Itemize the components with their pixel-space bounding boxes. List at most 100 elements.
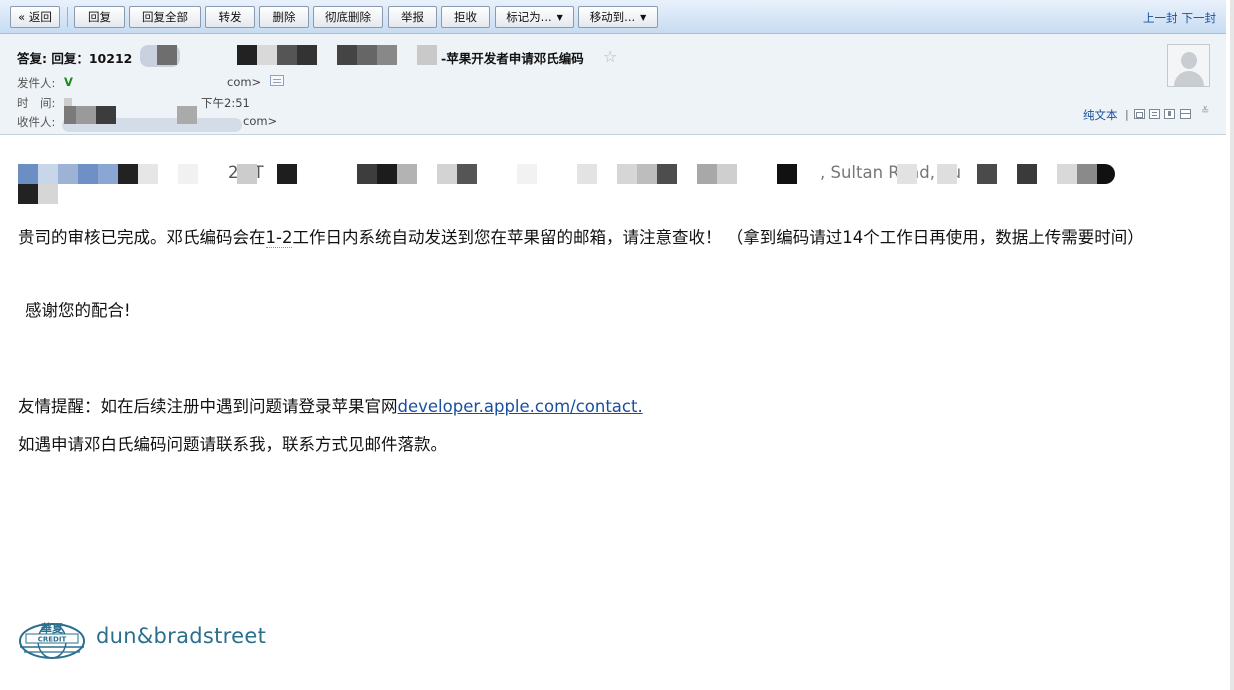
working-days-range: 1-2 (265, 228, 293, 248)
redaction-block (38, 184, 58, 204)
redaction-block (98, 164, 118, 184)
contact-note: 如遇申请邓白氏编码问题请联系我，联系方式见邮件落款。 (18, 435, 447, 454)
reminder-text: 友情提醒：如在后续注册中遇到问题请登录苹果官网 (18, 397, 398, 416)
redaction-block (777, 164, 797, 184)
plain-text-link[interactable]: 纯文本 (1083, 107, 1118, 123)
redaction-block (138, 164, 158, 184)
logo-cn-text: 華夏 (41, 621, 64, 635)
redaction-block (78, 164, 98, 184)
redaction-block (118, 164, 138, 184)
download-icon[interactable] (1164, 109, 1175, 119)
subject-prefix: 答复: 回复：10212 (17, 51, 133, 66)
review-text-cont: 工作日内系统自动发送到您在苹果留的邮箱，请注意查收！ （拿到编码请过14个工作日… (292, 228, 1144, 247)
redaction-block (297, 45, 317, 65)
redaction-block (437, 164, 457, 184)
previous-message-link[interactable]: 上一封 (1143, 11, 1178, 25)
mark-as-label: 标记为... (506, 10, 552, 24)
source-icon[interactable] (1149, 109, 1160, 119)
message-navigation: 上一封 下一封 (1139, 10, 1216, 26)
redaction-block (96, 106, 116, 124)
print-icon[interactable] (1180, 109, 1191, 119)
redaction-block (1057, 164, 1077, 184)
message-body: 2 ' T , Sultan Road, Su 贵司的审核已完成。邓氏编码会在1… (0, 135, 1226, 690)
delete-permanently-button[interactable]: 彻底删除 (313, 6, 383, 28)
redaction-block (58, 164, 78, 184)
redaction-block (257, 45, 277, 65)
redaction-block (457, 164, 477, 184)
redaction-block (897, 164, 917, 184)
back-button[interactable]: « 返回 (10, 6, 60, 28)
redaction-block (157, 45, 177, 65)
to-label: 收件人: (17, 115, 56, 129)
redaction-block (337, 45, 357, 65)
redaction-block (657, 164, 677, 184)
redaction-block (577, 164, 597, 184)
chevron-down-icon: ▼ (640, 13, 647, 22)
move-to-dropdown[interactable]: 移动到... ▼ (578, 6, 658, 28)
redaction-block (517, 164, 537, 184)
redaction-block (1077, 164, 1097, 184)
apple-contact-link[interactable]: developer.apple.com/contact. (398, 397, 643, 416)
redaction-block (177, 106, 197, 124)
redaction-block (64, 106, 76, 124)
time-label: 时 间: (17, 96, 56, 110)
redaction-block (377, 164, 397, 184)
redaction-block (617, 164, 637, 184)
window-scrollbar[interactable] (1230, 0, 1234, 690)
redaction-block (357, 164, 377, 184)
message-subject: 答复: 回复：10212 (17, 48, 132, 67)
redaction-block (64, 98, 72, 106)
dun-bradstreet-wordmark: dun&bradstreet (96, 624, 267, 648)
redaction-block (637, 164, 657, 184)
report-button[interactable]: 举报 (388, 6, 437, 28)
next-message-link[interactable]: 下一封 (1182, 11, 1217, 25)
redaction-block (697, 164, 717, 184)
reject-button[interactable]: 拒收 (441, 6, 490, 28)
redaction-block (18, 164, 38, 184)
star-icon[interactable]: ☆ (603, 47, 617, 66)
redaction-block (1017, 164, 1037, 184)
redaction-block (76, 106, 96, 124)
toolbar-divider (67, 7, 68, 27)
redaction-block (237, 164, 257, 184)
redaction-block (417, 45, 437, 65)
redaction-block (937, 164, 957, 184)
from-initial: V (64, 75, 73, 89)
delete-button[interactable]: 删除 (259, 6, 309, 28)
from-domain: com> (227, 75, 262, 89)
reply-button[interactable]: 回复 (74, 6, 125, 28)
redaction-block (38, 164, 58, 184)
logo-en-text: CREDIT (38, 636, 67, 644)
expand-icon[interactable]: ≚ (1201, 106, 1209, 117)
message-header: 答复: 回复：10212 -苹果开发者申请邓氏编码 ☆ 发件人: V com> … (0, 34, 1226, 135)
reminder-line: 友情提醒：如在后续注册中遇到问题请登录苹果官网developer.apple.c… (18, 395, 643, 418)
avatar (1167, 44, 1210, 87)
redaction-block (377, 45, 397, 65)
move-to-label: 移动到... (589, 10, 636, 24)
contact-card-icon[interactable] (270, 75, 284, 86)
redaction-block (977, 164, 997, 184)
review-text: 贵司的审核已完成。邓氏编码会在 (18, 228, 266, 247)
redaction-block (1097, 164, 1115, 184)
subject-suffix: -苹果开发者申请邓氏编码 (441, 51, 584, 66)
redaction-block (277, 164, 297, 184)
from-label: 发件人: (17, 76, 56, 90)
huaxia-credit-globe-icon: CREDIT 華夏 (19, 621, 85, 659)
forward-button[interactable]: 转发 (205, 6, 255, 28)
redaction-block (717, 164, 737, 184)
mark-as-dropdown[interactable]: 标记为... ▼ (495, 6, 574, 28)
chevron-down-icon: ▼ (556, 13, 563, 22)
reply-all-button[interactable]: 回复全部 (129, 6, 201, 28)
signature-logo: CREDIT 華夏 dun&bradstreet (18, 620, 278, 660)
redaction-block (397, 164, 417, 184)
redaction-block (357, 45, 377, 65)
header-divider: | (1125, 108, 1129, 121)
redaction-block (237, 45, 257, 65)
redaction-block (277, 45, 297, 65)
redaction-block (18, 184, 38, 204)
thanks-line: 感谢您的配合! (25, 301, 131, 320)
redaction-block (178, 164, 198, 184)
mail-toolbar: « 返回 回复 回复全部 转发 删除 彻底删除 举报 拒收 标记为... ▼ 移动… (0, 0, 1226, 34)
new-window-icon[interactable] (1134, 109, 1145, 119)
review-complete-paragraph: 贵司的审核已完成。邓氏编码会在1-2工作日内系统自动发送到您在苹果留的邮箱，请注… (18, 226, 1208, 249)
